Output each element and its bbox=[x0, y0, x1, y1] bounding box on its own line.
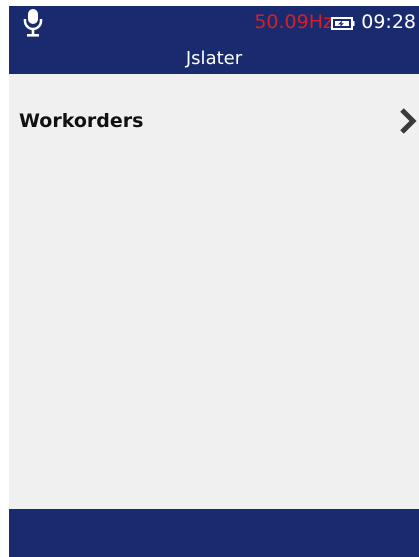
microphone-icon[interactable] bbox=[23, 8, 43, 38]
app-header: 50.09Hz 09:28 Jslater bbox=[9, 6, 419, 74]
device-screen: 50.09Hz 09:28 Jslater Workorders bbox=[9, 6, 419, 557]
battery-charging-icon bbox=[331, 17, 355, 30]
page-title: Jslater bbox=[185, 48, 243, 69]
frequency-readout: 50.09Hz bbox=[254, 11, 333, 33]
menu-item-label: Workorders bbox=[19, 110, 144, 132]
chevron-right-icon bbox=[400, 108, 417, 134]
menu-item-workorders[interactable]: Workorders bbox=[9, 100, 419, 142]
bottom-bar bbox=[9, 509, 419, 557]
status-clock: 09:28 bbox=[361, 11, 416, 33]
